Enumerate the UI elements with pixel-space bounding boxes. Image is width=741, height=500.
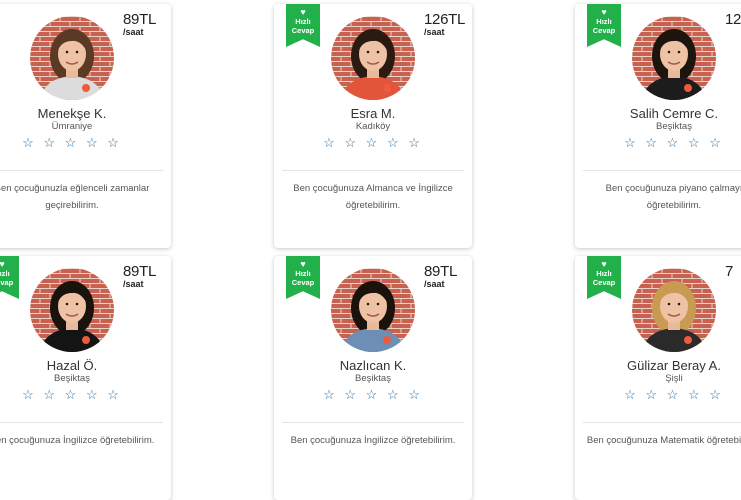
caregiver-description: Ben çocuğunuza Almanca ve İngilizce öğre… bbox=[293, 183, 453, 211]
badge-line-2: Cevap bbox=[0, 278, 14, 287]
price-unit: /saat bbox=[424, 279, 445, 289]
price-amount: 12 bbox=[725, 11, 741, 28]
badge-line-2: Cevap bbox=[291, 26, 315, 35]
heart-icon: ♥ bbox=[300, 259, 306, 269]
rating-stars: ☆ ☆ ☆ ☆ ☆ bbox=[274, 135, 472, 151]
caregiver-name[interactable]: Hazal Ö. bbox=[0, 358, 171, 373]
divider bbox=[0, 170, 163, 171]
price-unit: /saat bbox=[123, 27, 144, 37]
star-icon: ☆ ☆ ☆ ☆ ☆ bbox=[624, 387, 724, 402]
avatar[interactable] bbox=[331, 268, 415, 352]
badge-line-1: Hızlı bbox=[596, 17, 612, 26]
caregiver-card[interactable]: ♥ Hızlı Cevap 89TL /saat bbox=[0, 256, 171, 500]
avatar[interactable] bbox=[632, 268, 716, 352]
price-amount: 89TL bbox=[424, 263, 457, 280]
caregiver-card[interactable]: ♥ Hızlı Cevap 12 Salih Cemre C. Beşiktaş… bbox=[575, 4, 741, 248]
caregiver-description: Ben çocuğunuza İngilizce öğretebilirim. bbox=[0, 435, 155, 446]
price: 12 bbox=[725, 12, 741, 27]
caregiver-description: Ben çocuğunuzla eğlenceli zamanlar geçir… bbox=[0, 183, 150, 211]
caregiver-description: Ben çocuğunuza İngilizce öğretebilirim. bbox=[290, 435, 456, 446]
price-amount: 126TL bbox=[424, 11, 466, 28]
badge-line-1: Hızlı bbox=[295, 269, 311, 278]
heart-icon: ♥ bbox=[601, 259, 607, 269]
rating-stars: ☆ ☆ ☆ ☆ ☆ bbox=[0, 387, 171, 403]
price-unit: /saat bbox=[424, 27, 445, 37]
divider bbox=[282, 422, 464, 423]
price: 89TL /saat bbox=[424, 264, 464, 289]
caregiver-name[interactable]: Gülizar Beray A. bbox=[575, 358, 741, 373]
rating-stars: ☆ ☆ ☆ ☆ ☆ bbox=[575, 135, 741, 151]
fast-response-badge: ♥ Hızlı Cevap bbox=[286, 256, 320, 299]
badge-line-1: Hızlı bbox=[0, 269, 10, 278]
avatar[interactable] bbox=[30, 16, 114, 100]
caregiver-card[interactable]: 89TL /saat Menekşe K. Ümraniye ☆ ☆ ☆ ☆ ☆… bbox=[0, 4, 171, 248]
avatar[interactable] bbox=[331, 16, 415, 100]
star-icon: ☆ ☆ ☆ ☆ ☆ bbox=[624, 135, 724, 150]
fast-response-badge: ♥ Hızlı Cevap bbox=[0, 256, 19, 299]
caregiver-card[interactable]: ♥ Hızlı Cevap 126TL /saat Esra M. Kadıkö… bbox=[274, 4, 472, 248]
rating-stars: ☆ ☆ ☆ ☆ ☆ bbox=[575, 387, 741, 403]
price-unit: /saat bbox=[123, 279, 144, 289]
divider bbox=[583, 422, 741, 423]
caregiver-location: Beşiktaş bbox=[355, 373, 391, 384]
badge-line-2: Cevap bbox=[592, 278, 616, 287]
badge-line-2: Cevap bbox=[592, 26, 616, 35]
caregiver-location: Beşiktaş bbox=[656, 121, 692, 132]
fast-response-badge: ♥ Hızlı Cevap bbox=[587, 256, 621, 299]
avatar[interactable] bbox=[632, 16, 716, 100]
divider bbox=[0, 422, 163, 423]
caregiver-name[interactable]: Salih Cemre C. bbox=[575, 106, 741, 121]
divider bbox=[583, 170, 741, 171]
price: 126TL /saat bbox=[424, 11, 466, 37]
price-amount: 89TL bbox=[123, 263, 156, 280]
heart-icon: ♥ bbox=[0, 259, 5, 269]
star-icon: ☆ ☆ ☆ ☆ ☆ bbox=[323, 135, 423, 150]
divider bbox=[282, 170, 464, 171]
caregiver-description: Ben çocuğunuza Matematik öğretebilirim. bbox=[586, 435, 741, 446]
caregiver-location: Ümraniye bbox=[51, 121, 93, 132]
caregiver-description: Ben çocuğunuza piyano çalmayı öğretebili… bbox=[605, 183, 741, 211]
avatar[interactable] bbox=[30, 268, 114, 352]
price: 89TL /saat bbox=[123, 264, 163, 289]
fast-response-badge: ♥ Hızlı Cevap bbox=[587, 4, 621, 47]
heart-icon: ♥ bbox=[601, 7, 607, 17]
price: 7 bbox=[725, 264, 741, 279]
price-amount: 89TL bbox=[123, 11, 156, 28]
caregiver-name[interactable]: Esra M. bbox=[274, 106, 472, 121]
price-amount: 7 bbox=[725, 263, 734, 280]
star-icon: ☆ ☆ ☆ ☆ ☆ bbox=[22, 387, 122, 402]
heart-icon: ♥ bbox=[300, 7, 306, 17]
star-icon: ☆ ☆ ☆ ☆ ☆ bbox=[22, 135, 122, 150]
caregiver-card[interactable]: ♥ Hızlı Cevap 89TL /saat bbox=[274, 256, 472, 500]
caregiver-location: Kadıköy bbox=[355, 121, 391, 132]
badge-line-1: Hızlı bbox=[596, 269, 612, 278]
rating-stars: ☆ ☆ ☆ ☆ ☆ bbox=[274, 387, 472, 403]
caregiver-name[interactable]: Nazlıcan K. bbox=[274, 358, 472, 373]
caregiver-location: Beşiktaş bbox=[54, 373, 90, 384]
badge-line-2: Cevap bbox=[291, 278, 315, 287]
badge-line-1: Hızlı bbox=[295, 17, 311, 26]
rating-stars: ☆ ☆ ☆ ☆ ☆ bbox=[0, 135, 171, 151]
price: 89TL /saat bbox=[123, 12, 163, 37]
caregiver-location: Şişli bbox=[665, 373, 683, 384]
fast-response-badge: ♥ Hızlı Cevap bbox=[286, 4, 320, 47]
caregiver-card[interactable]: ♥ Hızlı Cevap 7 Gülizar Beray A. Şişli ☆… bbox=[575, 256, 741, 500]
star-icon: ☆ ☆ ☆ ☆ ☆ bbox=[323, 387, 423, 402]
caregiver-name[interactable]: Menekşe K. bbox=[0, 106, 171, 121]
